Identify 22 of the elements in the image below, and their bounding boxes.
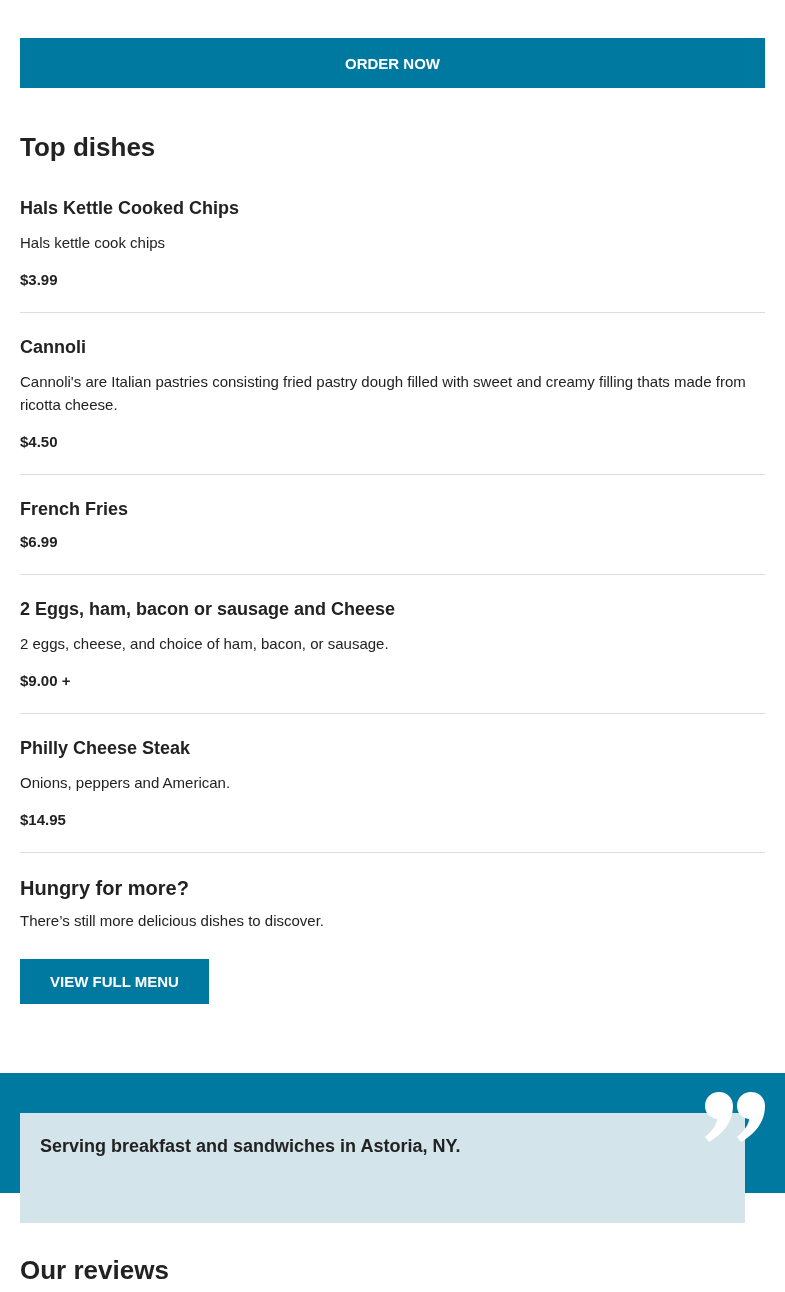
dish-description: Hals kettle cook chips (20, 233, 166, 253)
dish-description: Onions, peppers and American. (20, 773, 231, 793)
quote-text: Serving breakfast and sandwiches in Astoria, NY. (40, 1135, 461, 1157)
dish-price: $14.95 (20, 810, 66, 830)
more-heading: Hungry for more? (20, 876, 189, 900)
dish-price: $6.99 (20, 532, 58, 552)
section-heading: Top dishes (20, 132, 156, 162)
dish-description: 2 eggs, cheese, and choice of ham, bacon, or sausage. (20, 634, 389, 654)
dish-name: Cannoli (20, 336, 86, 358)
dish-name: Philly Cheese Steak (20, 737, 191, 759)
dish-price: $4.50 (20, 432, 58, 452)
dish-description: Cannoli's are Italian pastries consisting fried pastry dough filled with sweet and creamy filling thats made from ricotta cheese. (20, 372, 747, 415)
quote-mark-icon (705, 1092, 765, 1142)
section-heading: Our reviews (20, 1255, 169, 1285)
view-full-menu-button[interactable]: VIEW FULL MENU (20, 959, 209, 1004)
more-text: There’s still more delicious dishes to discover. (20, 911, 325, 931)
dish-name: French Fries (20, 498, 129, 520)
dish-price: $9.00 + (20, 671, 71, 691)
dish-price: $3.99 (20, 270, 58, 290)
order-now-button[interactable]: ORDER NOW (20, 38, 765, 88)
dish-name: 2 Eggs, ham, bacon or sausage and Cheese (20, 598, 396, 620)
dish-name: Hals Kettle Cooked Chips (20, 197, 240, 219)
